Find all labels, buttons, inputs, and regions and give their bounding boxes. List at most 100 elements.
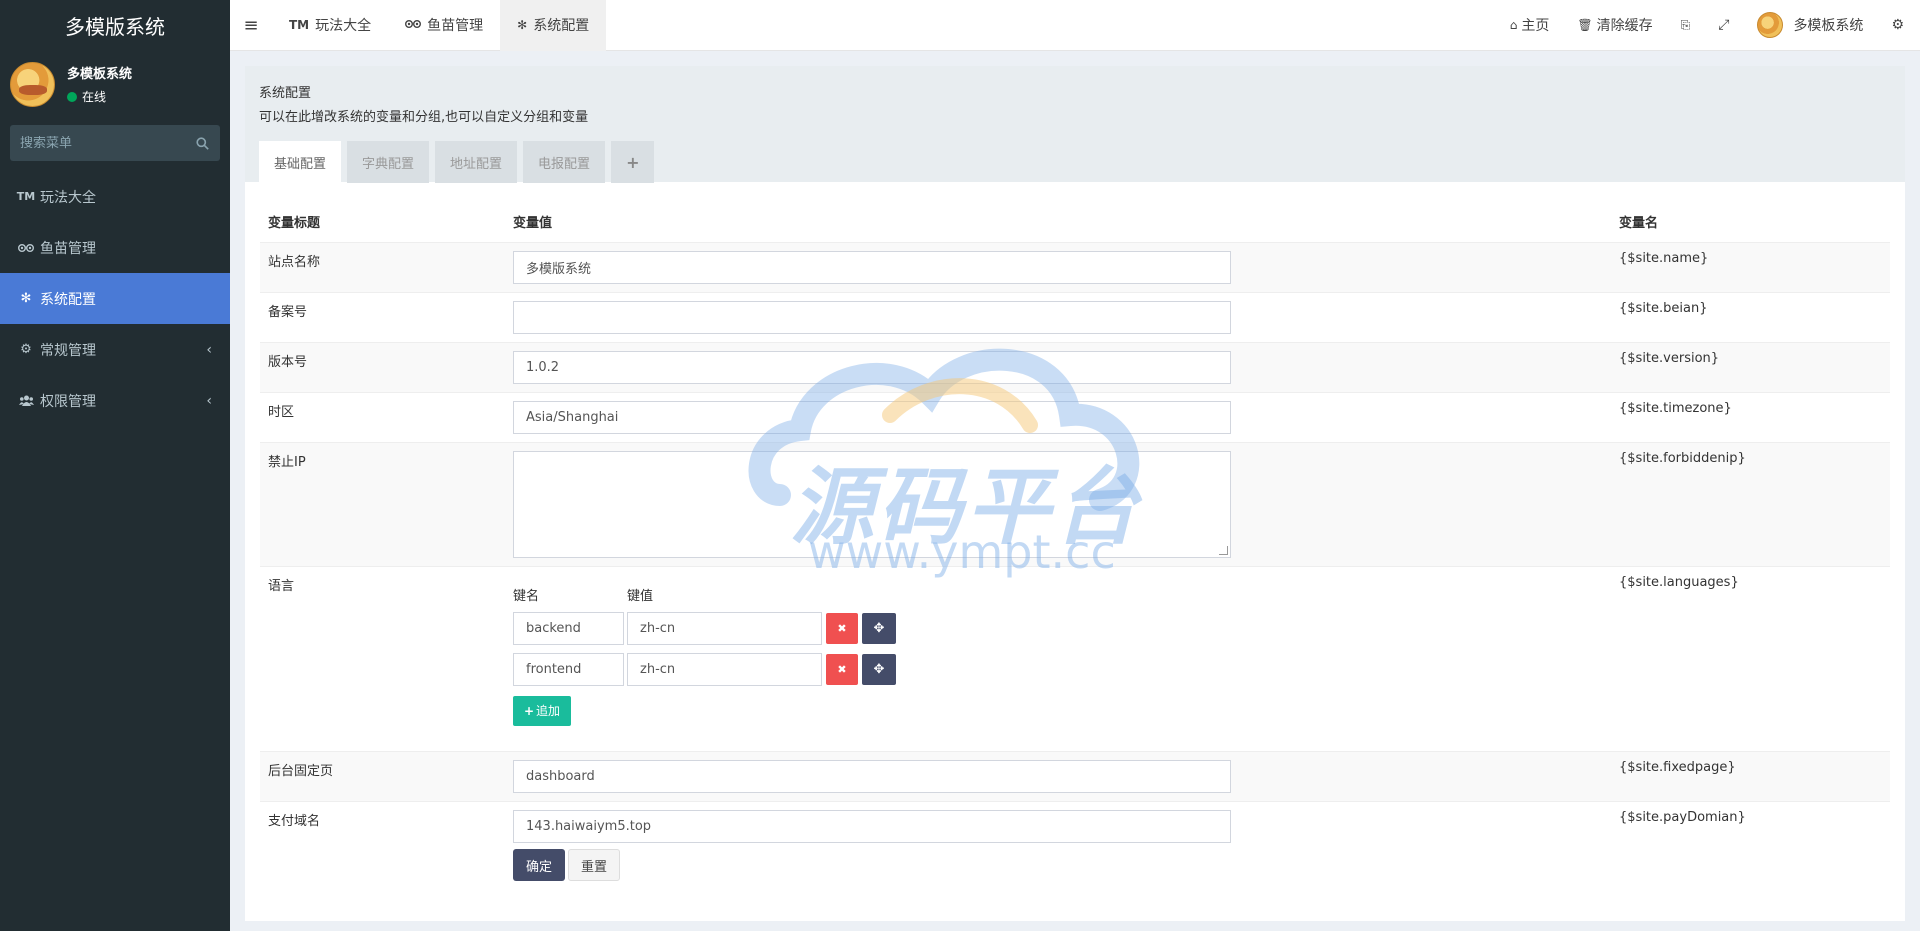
gear-icon: ✻ xyxy=(517,18,528,32)
confirm-button[interactable]: 确定 xyxy=(513,849,565,881)
sidebar-menu: TM 玩法大全 鱼苗管理 ✻ 系统配置 ⚙ 常规管理 ‹ 权限管理 ‹ xyxy=(0,171,230,426)
column-header: 变量名 xyxy=(1619,216,1659,232)
tab-basic-config[interactable]: 基础配置 xyxy=(259,141,342,183)
var-name: {$site.forbiddenip} xyxy=(1611,441,1890,566)
translate-button[interactable]: ⎘ xyxy=(1667,0,1705,51)
remove-row-button[interactable]: ✖ xyxy=(826,612,858,644)
settings-button[interactable]: ⚙ xyxy=(1877,0,1920,51)
group-icon xyxy=(18,395,34,406)
table-row: 支付域名 143.haiwaiym5.top {$site.payDomian} xyxy=(260,800,1890,851)
sidebar-item-general-management[interactable]: ⚙ 常规管理 ‹ xyxy=(0,324,230,375)
table-row: 版本号 1.0.2 {$site.version} xyxy=(260,341,1890,392)
search-input[interactable] xyxy=(20,135,194,151)
search-icon[interactable] xyxy=(194,135,210,151)
drag-handle[interactable]: ✥ xyxy=(862,653,896,685)
sidebar-toggle-icon[interactable]: ≡ xyxy=(230,0,272,51)
row-title: 版本号 xyxy=(260,341,505,392)
language-key-input[interactable]: frontend xyxy=(513,652,624,686)
column-header: 变量值 xyxy=(513,216,553,232)
menu-search xyxy=(10,125,220,161)
row-title: 站点名称 xyxy=(260,241,505,292)
tab-label: 鱼苗管理 xyxy=(427,18,484,34)
panel-heading: 系统配置 可以在此增改系统的变量和分组,也可以自定义分组和变量 基础配置 字典配… xyxy=(245,66,1905,183)
cogs-icon: ⚙ xyxy=(20,342,32,357)
var-name: {$site.fixedpage} xyxy=(1611,750,1890,801)
close-icon: ✖ xyxy=(837,621,847,635)
row-title: 时区 xyxy=(260,391,505,442)
avatar xyxy=(1757,12,1784,38)
user-status-text: 在线 xyxy=(82,90,107,104)
user-menu[interactable]: 多模板系统 xyxy=(1743,0,1877,51)
tab-fry-management[interactable]: 鱼苗管理 xyxy=(388,0,500,51)
tripadvisor-icon xyxy=(18,243,34,253)
config-table: 变量标题 变量值 变量名 站点名称 多模版系统 {$site.name} 备案号… xyxy=(260,202,1890,851)
move-icon: ✥ xyxy=(873,620,885,636)
var-name: {$site.version} xyxy=(1611,341,1890,392)
tab-label: 系统配置 xyxy=(533,18,590,34)
sidebar-item-label: 鱼苗管理 xyxy=(40,240,96,257)
online-dot-icon xyxy=(67,91,77,102)
kv-header: 键名 键值 xyxy=(513,585,1603,604)
drag-handle[interactable]: ✥ xyxy=(862,612,896,644)
tab-label: 玩法大全 xyxy=(315,18,372,34)
tripadvisor-icon xyxy=(405,18,422,32)
sidebar-item-permission-management[interactable]: 权限管理 ‹ xyxy=(0,375,230,426)
value-header: 键值 xyxy=(627,588,654,604)
tab-system-config[interactable]: ✻ 系统配置 xyxy=(500,0,607,51)
home-link[interactable]: ⌂ 主页 xyxy=(1496,0,1564,51)
table-row: 禁止IP {$site.forbiddenip} xyxy=(260,441,1890,566)
timezone-input[interactable]: Asia/Shanghai xyxy=(513,400,1231,434)
reset-button[interactable]: 重置 xyxy=(568,849,620,881)
var-name: {$site.languages} xyxy=(1611,565,1890,751)
user-menu-name: 多模板系统 xyxy=(1793,18,1864,34)
config-tabs: 基础配置 字典配置 地址配置 电报配置 + xyxy=(259,141,1891,183)
sidebar-item-fry-management[interactable]: 鱼苗管理 xyxy=(0,222,230,273)
brand-title[interactable]: 多模版系统 xyxy=(0,0,230,50)
page-title: 系统配置 xyxy=(259,86,312,101)
site-name-input[interactable]: 多模版系统 xyxy=(513,250,1231,284)
table-row: 备案号 {$site.beian} xyxy=(260,291,1890,342)
user-panel: 多模板系统 在线 xyxy=(0,50,230,118)
add-tab-button[interactable]: + xyxy=(611,141,655,183)
fullscreen-button[interactable]: ⤢ xyxy=(1704,0,1743,51)
form-actions: 确定 重置 xyxy=(513,849,620,881)
kv-row: frontend zh-cn ✖ ✥ xyxy=(513,652,1603,686)
row-title: 备案号 xyxy=(260,291,505,342)
language-value-input[interactable]: zh-cn xyxy=(627,611,822,645)
tm-icon: TM xyxy=(16,190,36,203)
language-key-input[interactable]: backend xyxy=(513,611,624,645)
remove-row-button[interactable]: ✖ xyxy=(826,653,858,685)
var-name: {$site.payDomian} xyxy=(1611,800,1890,851)
clear-cache-button[interactable]: 🗑 清除缓存 xyxy=(1563,0,1666,51)
beian-input[interactable] xyxy=(513,300,1231,334)
forbidden-ip-textarea[interactable] xyxy=(513,450,1231,558)
home-label: 主页 xyxy=(1521,18,1550,34)
sidebar-item-playbook[interactable]: TM 玩法大全 xyxy=(0,171,230,222)
add-language-button[interactable]: + 追加 xyxy=(513,695,571,726)
avatar xyxy=(10,61,55,107)
sidebar-item-label: 权限管理 xyxy=(40,393,96,410)
column-header: 变量标题 xyxy=(268,216,321,232)
plus-icon: + xyxy=(523,703,535,718)
table-row: 语言 键名 键值 backend zh-cn ✖ ✥ frontend zh-c xyxy=(260,565,1890,751)
chevron-left-icon: ‹ xyxy=(206,341,212,358)
pay-domain-input[interactable]: 143.haiwaiym5.top xyxy=(513,809,1231,843)
add-label: 追加 xyxy=(536,704,561,718)
tab-telegram-config[interactable]: 电报配置 xyxy=(523,141,606,183)
var-name: {$site.name} xyxy=(1611,241,1890,292)
clear-cache-label: 清除缓存 xyxy=(1596,18,1653,34)
translate-icon: ⎘ xyxy=(1680,17,1691,32)
sidebar-item-label: 系统配置 xyxy=(40,291,96,308)
sidebar-item-system-config[interactable]: ✻ 系统配置 xyxy=(0,273,230,324)
version-input[interactable]: 1.0.2 xyxy=(513,350,1231,384)
var-name: {$site.beian} xyxy=(1611,291,1890,342)
fixed-page-input[interactable]: dashboard xyxy=(513,759,1231,793)
main-content: 系统配置 可以在此增改系统的变量和分组,也可以自定义分组和变量 基础配置 字典配… xyxy=(245,66,1905,921)
kv-row: backend zh-cn ✖ ✥ xyxy=(513,611,1603,645)
tab-playbook[interactable]: TM 玩法大全 xyxy=(272,0,388,51)
sidebar-item-label: 常规管理 xyxy=(40,342,96,359)
tab-dictionary-config[interactable]: 字典配置 xyxy=(347,141,430,183)
sidebar: 多模版系统 多模板系统 在线 TM 玩法大全 鱼苗管理 ✻ 系统配 xyxy=(0,0,230,931)
tab-address-config[interactable]: 地址配置 xyxy=(435,141,518,183)
language-value-input[interactable]: zh-cn xyxy=(627,652,822,686)
